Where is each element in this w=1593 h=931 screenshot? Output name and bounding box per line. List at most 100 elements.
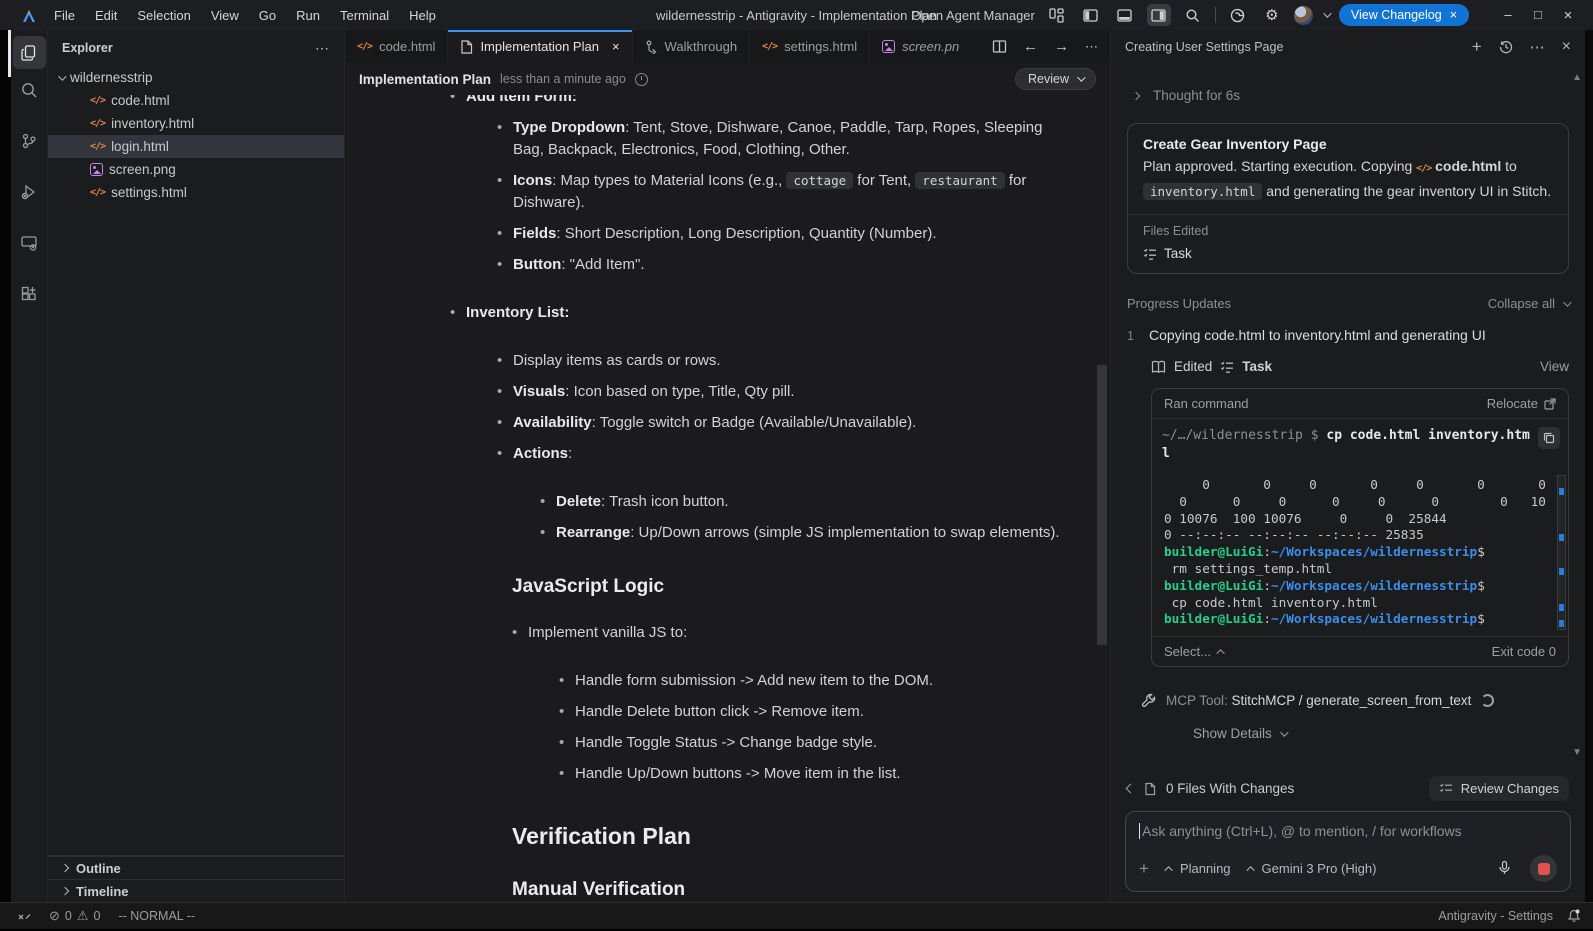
planning-mode-selector[interactable]: Planning [1167,861,1231,876]
navigate-back-icon[interactable]: ← [1023,38,1038,55]
agent-panel-scroll[interactable]: ▲ Thought for 6s Create Gear Inventory P… [1111,64,1585,764]
show-details-button[interactable]: Show Details [1193,726,1569,741]
agent-manager-icon[interactable] [1045,4,1069,26]
open-agent-manager-link[interactable]: Open Agent Manager [911,8,1035,23]
menu-terminal[interactable]: Terminal [330,4,399,27]
menu-edit[interactable]: Edit [85,4,127,27]
chat-input-box[interactable]: Ask anything (Ctrl+L), @ to mention, / f… [1125,811,1571,892]
review-changes-button[interactable]: Review Changes [1429,776,1569,801]
doc-bullet: Availability: Toggle switch or Badge (Av… [497,412,1060,434]
panel-scroll-up-icon[interactable]: ▲ [1572,72,1582,83]
tab-settings-html[interactable]: </> settings.html [750,30,870,63]
outline-section[interactable]: Outline [48,856,344,879]
remote-window-button[interactable] [18,910,31,923]
explorer-view-icon[interactable] [13,36,46,69]
gemini-browser-icon[interactable] [1226,4,1250,26]
doc-bullet: Icons: Map types to Material Icons (e.g.… [497,170,1060,214]
app-window: wildernesstrip - Antigravity - Implement… [0,0,1593,931]
problems-indicator[interactable]: ⊘ 0 ⚠ 0 [49,908,100,924]
relocate-button[interactable]: Relocate [1487,396,1556,411]
user-avatar[interactable] [1294,6,1313,25]
inline-code: cottage [786,172,853,189]
edited-task-row[interactable]: Edited Task View [1151,359,1569,374]
document-title: Implementation Plan [359,72,491,87]
view-link[interactable]: View [1540,359,1569,374]
terminal-output[interactable]: 0 0 0 0 0 0 0 0 0 0 0 0 0 0 10 0 10076 1… [1152,469,1568,636]
changelog-close-icon[interactable]: × [1450,8,1457,22]
run-debug-icon[interactable] [13,175,46,208]
file-tree: wildernesstrip </> code.html </> invento… [48,66,344,855]
menu-run[interactable]: Run [286,4,330,27]
notifications-bell-icon[interactable] [1567,909,1581,923]
source-control-icon[interactable] [13,124,46,157]
toggle-panel-icon[interactable] [1113,4,1137,26]
terminal-scrollbar[interactable] [1557,475,1566,630]
menu-help[interactable]: Help [399,4,446,27]
file-row-screen-png[interactable]: screen.png [48,158,344,181]
menu-selection[interactable]: Selection [127,4,200,27]
history-icon[interactable] [1499,40,1513,54]
extensions-icon[interactable] [13,277,46,310]
file-row-inventory-html[interactable]: </> inventory.html [48,112,344,135]
wrench-icon [1141,693,1156,708]
explorer-sidebar: Explorer ⋯ wildernesstrip </> code.html … [48,30,345,902]
split-editor-icon[interactable] [992,39,1007,54]
review-dropdown-button[interactable]: Review [1015,68,1096,90]
agent-panel-header: Creating User Settings Page + ⋯ × [1111,30,1585,64]
explorer-more-actions-icon[interactable]: ⋯ [315,40,330,57]
avatar-chevron-down-icon[interactable] [1323,9,1331,17]
book-icon [1151,360,1166,374]
chat-input-placeholder: Ask anything (Ctrl+L), @ to mention, / f… [1142,823,1462,839]
timeline-section[interactable]: Timeline [48,879,344,902]
menu-view[interactable]: View [201,4,249,27]
tab-code-html[interactable]: </> code.html [345,30,448,63]
settings-gear-icon[interactable]: ⚙ [1260,4,1284,26]
prev-change-arrow-icon[interactable] [1126,784,1136,794]
search-icon[interactable] [1181,4,1205,26]
navigate-forward-icon[interactable]: → [1054,38,1069,55]
doc-heading-js-logic: JavaScript Logic [512,576,1060,598]
microphone-icon[interactable] [1497,860,1512,878]
attach-plus-icon[interactable]: + [1139,859,1149,879]
copy-command-button[interactable] [1538,427,1560,449]
stop-generation-button[interactable] [1530,855,1557,882]
model-selector[interactable]: Gemini 3 Pro (High) [1249,861,1377,876]
thought-row[interactable]: Thought for 6s [1133,88,1569,103]
editor-scrollbar-thumb[interactable] [1097,365,1107,645]
tab-close-icon[interactable]: × [612,39,620,54]
panel-close-icon[interactable]: × [1562,38,1571,56]
tab-walkthrough[interactable]: Walkthrough [633,30,751,63]
html-file-icon: </> [90,141,105,152]
new-conversation-icon[interactable]: + [1472,37,1482,57]
file-row-login-html[interactable]: </> login.html [48,135,344,158]
files-with-changes-label: 0 Files With Changes [1166,781,1294,796]
panel-scroll-down-icon[interactable]: ▼ [1572,747,1582,758]
collapse-all-button[interactable]: Collapse all [1488,296,1569,311]
view-changelog-button[interactable]: View Changelog × [1339,4,1469,26]
window-maximize-button[interactable]: □ [1523,7,1553,24]
tab-implementation-plan[interactable]: Implementation Plan × [448,30,632,63]
tab-screen-png-preview[interactable]: screen.pn [870,30,971,63]
select-dropdown[interactable]: Select... [1164,644,1225,659]
document-scroll-area[interactable]: Add Item Form: Type Dropdown: Tent, Stov… [345,95,1110,902]
toggle-left-sidebar-icon[interactable] [1079,4,1103,26]
task-file-row[interactable]: Task [1143,246,1553,261]
search-view-icon[interactable] [13,73,46,106]
ran-command-label: Ran command [1164,396,1249,411]
panel-more-actions-icon[interactable]: ⋯ [1530,38,1545,56]
html-file-icon: </> [357,41,372,52]
outline-chevron-icon [61,864,69,872]
document-file-icon [460,40,473,54]
menu-file[interactable]: File [44,4,85,27]
folder-row-wildernesstrip[interactable]: wildernesstrip [48,66,344,89]
right-edge [1585,30,1593,902]
remote-explorer-icon[interactable] [13,226,46,259]
file-row-settings-html[interactable]: </> settings.html [48,181,344,204]
toggle-right-sidebar-icon[interactable] [1147,4,1171,26]
window-close-button[interactable]: × [1553,7,1583,24]
menu-go[interactable]: Go [249,4,286,27]
editor-more-actions-icon[interactable]: ⋯ [1085,39,1098,55]
file-row-code-html[interactable]: </> code.html [48,89,344,112]
history-clock-icon[interactable] [635,73,648,86]
window-minimize-button[interactable]: – [1493,7,1523,24]
